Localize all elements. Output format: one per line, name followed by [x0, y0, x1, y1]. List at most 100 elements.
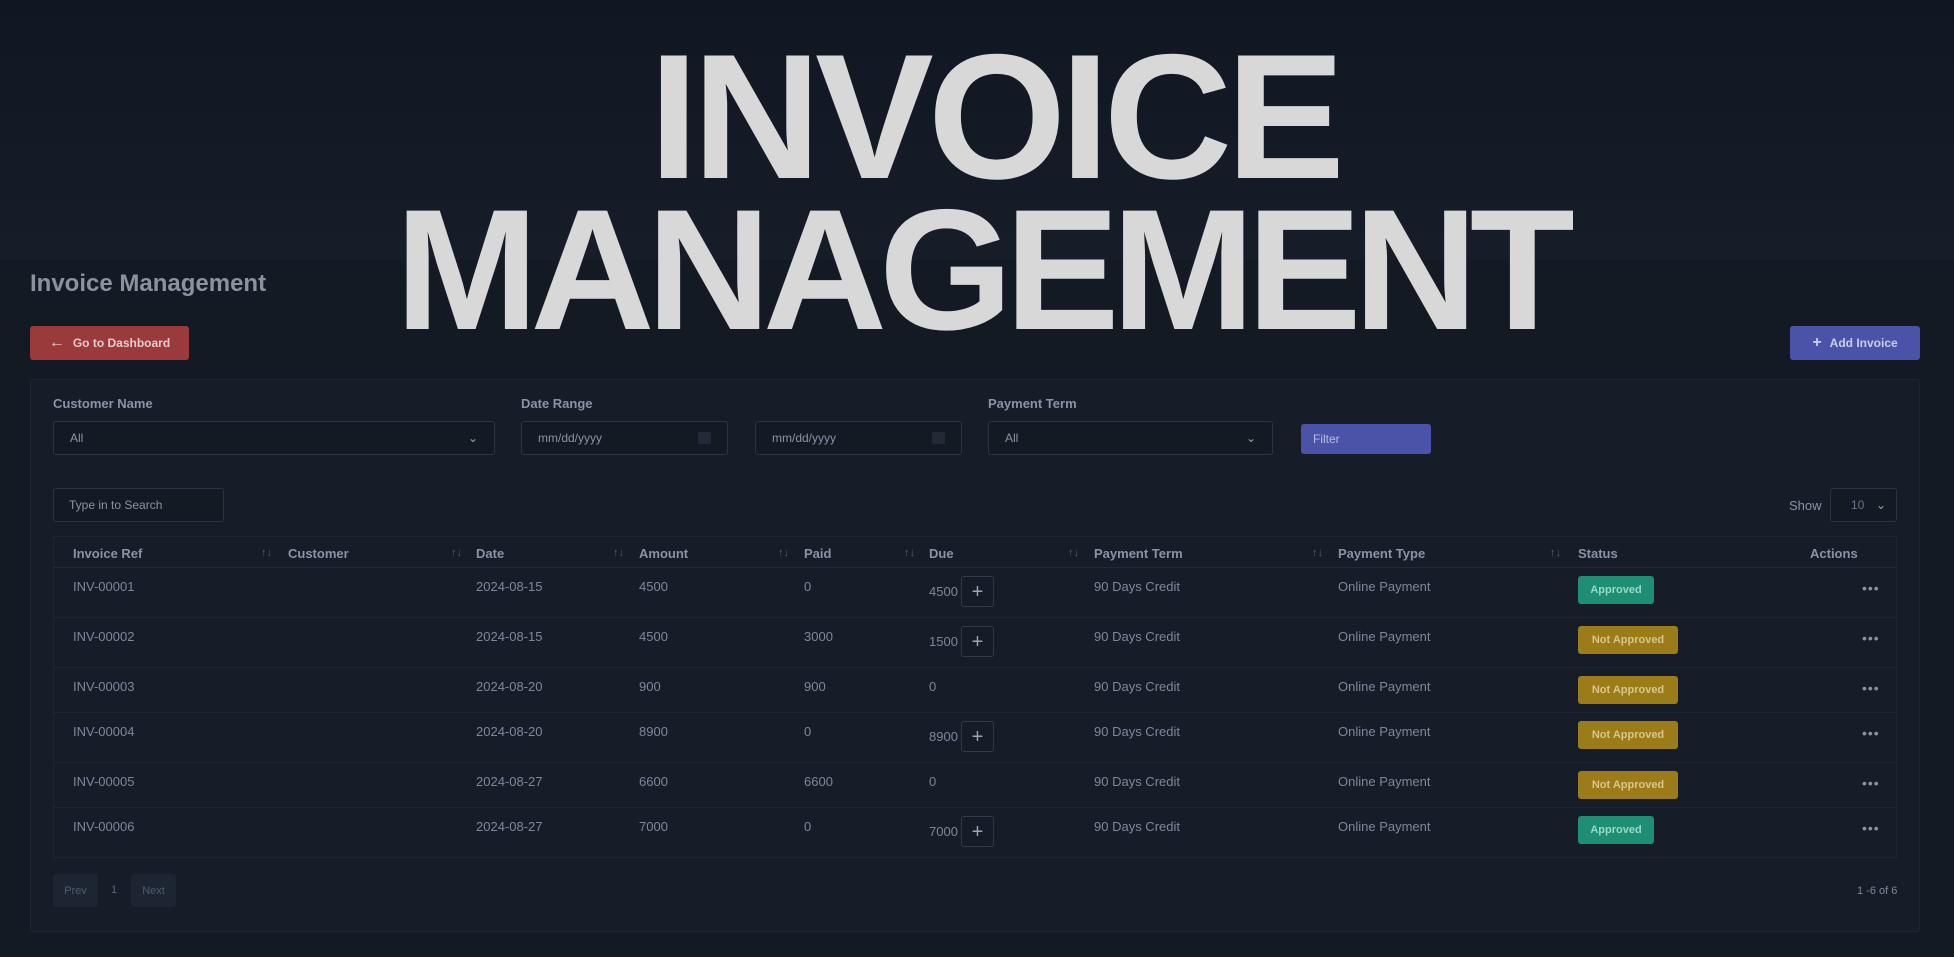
- date-cell: 2024-08-27: [476, 819, 543, 834]
- sort-icon[interactable]: ↑↓: [261, 547, 272, 559]
- add-payment-button[interactable]: +: [960, 626, 994, 657]
- header-payment-term[interactable]: Payment Term: [1094, 546, 1183, 561]
- date-cell: 2024-08-15: [476, 629, 543, 644]
- header-actions: Actions: [1810, 546, 1858, 561]
- date-from-placeholder: mm/dd/yyyy: [538, 431, 603, 445]
- due-cell: 1500 +: [929, 626, 994, 657]
- customer-name-select[interactable]: All ⌄: [53, 421, 495, 455]
- payment-term-cell: 90 Days Credit: [1094, 819, 1180, 834]
- table-body: INV-00001 2024-08-15 4500 0 4500 +90 Days Cre…: [54, 568, 1896, 858]
- header-date[interactable]: Date: [476, 546, 504, 561]
- date-cell: 2024-08-20: [476, 679, 543, 694]
- hero-title-line-2: MANAGEMENT: [395, 174, 1575, 366]
- due-cell: 0: [929, 679, 937, 694]
- date-from-input[interactable]: mm/dd/yyyy: [521, 421, 728, 455]
- paid-cell: 0: [804, 819, 812, 834]
- page-size-value: 10: [1851, 498, 1865, 512]
- table-row: INV-00006 2024-08-27 7000 0 7000 +90 Days Cre…: [54, 808, 1896, 858]
- payment-type-cell: Online Payment: [1338, 579, 1431, 594]
- add-payment-button[interactable]: +: [960, 816, 994, 847]
- filter-button[interactable]: Filter: [1301, 424, 1431, 454]
- chevron-down-icon: ⌄: [1245, 431, 1256, 445]
- payment-term-label: Payment Term: [988, 396, 1077, 411]
- header-invoice-ref[interactable]: Invoice Ref: [73, 546, 142, 561]
- payment-term-cell: 90 Days Credit: [1094, 579, 1180, 594]
- payment-term-value: All: [1005, 431, 1019, 445]
- header-status: Status: [1578, 546, 1618, 561]
- amount-cell: 4500: [639, 579, 668, 594]
- search-input[interactable]: Type in to Search: [53, 488, 224, 522]
- payment-term-select[interactable]: All ⌄: [988, 421, 1273, 455]
- ellipsis-icon[interactable]: •••: [1862, 775, 1880, 791]
- status-badge: Approved: [1578, 576, 1654, 604]
- sort-icon[interactable]: ↑↓: [904, 547, 915, 559]
- paid-cell: 900: [804, 679, 826, 694]
- invoice-ref-cell: INV-00001: [73, 579, 135, 594]
- header-payment-type[interactable]: Payment Type: [1338, 546, 1425, 561]
- status-badge: Not Approved: [1578, 721, 1678, 749]
- calendar-icon[interactable]: [932, 432, 945, 444]
- date-cell: 2024-08-20: [476, 724, 543, 739]
- sort-icon[interactable]: ↑↓: [1312, 547, 1323, 559]
- prev-page-button[interactable]: Prev: [53, 874, 98, 907]
- amount-cell: 7000: [639, 819, 668, 834]
- invoice-ref-cell: INV-00004: [73, 724, 135, 739]
- payment-type-cell: Online Payment: [1338, 724, 1431, 739]
- invoice-ref-cell: INV-00003: [73, 679, 135, 694]
- current-page[interactable]: 1: [111, 884, 117, 896]
- due-cell: 8900 +: [929, 721, 994, 752]
- payment-type-cell: Online Payment: [1338, 679, 1431, 694]
- payment-term-cell: 90 Days Credit: [1094, 679, 1180, 694]
- paid-cell: 0: [804, 579, 812, 594]
- amount-cell: 6600: [639, 774, 668, 789]
- sort-icon[interactable]: ↑↓: [1068, 547, 1079, 559]
- table-header: Invoice Ref ↑↓ Customer ↑↓ Date ↑↓ Amoun…: [54, 537, 1896, 568]
- ellipsis-icon[interactable]: •••: [1862, 725, 1880, 741]
- calendar-icon[interactable]: [698, 432, 711, 444]
- ellipsis-icon[interactable]: •••: [1862, 630, 1880, 646]
- ellipsis-icon[interactable]: •••: [1862, 680, 1880, 696]
- date-cell: 2024-08-27: [476, 774, 543, 789]
- ellipsis-icon[interactable]: •••: [1862, 820, 1880, 836]
- chevron-down-icon: ⌄: [1875, 498, 1886, 512]
- table-row: INV-00003 2024-08-20 900 900 0 90 Days Credit…: [54, 668, 1896, 713]
- add-payment-button[interactable]: +: [960, 576, 994, 607]
- date-cell: 2024-08-15: [476, 579, 543, 594]
- pagination-info: 1 -6 of 6: [1857, 885, 1898, 897]
- due-cell: 0: [929, 774, 937, 789]
- chevron-down-icon: ⌄: [467, 431, 478, 445]
- due-value: 1500: [929, 634, 958, 649]
- paid-cell: 6600: [804, 774, 833, 789]
- amount-cell: 4500: [639, 629, 668, 644]
- table-row: INV-00005 2024-08-27 6600 6600 0 90 Days Cred…: [54, 763, 1896, 808]
- date-range-label: Date Range: [521, 396, 593, 411]
- table-row: INV-00001 2024-08-15 4500 0 4500 +90 Days Cre…: [54, 568, 1896, 618]
- add-payment-button[interactable]: +: [960, 721, 994, 752]
- sort-icon[interactable]: ↑↓: [1550, 547, 1561, 559]
- header-paid[interactable]: Paid: [804, 546, 831, 561]
- header-amount[interactable]: Amount: [639, 546, 688, 561]
- invoice-table: Invoice Ref ↑↓ Customer ↑↓ Date ↑↓ Amoun…: [53, 536, 1897, 858]
- due-value: 8900: [929, 729, 958, 744]
- due-value: 4500: [929, 584, 958, 599]
- next-page-button[interactable]: Next: [131, 874, 176, 907]
- page-size-select[interactable]: 10 ⌄: [1830, 488, 1897, 522]
- status-badge: Not Approved: [1578, 626, 1678, 654]
- invoice-ref-cell: INV-00005: [73, 774, 135, 789]
- customer-name-label: Customer Name: [53, 396, 153, 411]
- due-cell: 7000 +: [929, 816, 994, 847]
- ellipsis-icon[interactable]: •••: [1862, 580, 1880, 596]
- customer-name-value: All: [70, 431, 84, 445]
- sort-icon[interactable]: ↑↓: [778, 547, 789, 559]
- payment-type-cell: Online Payment: [1338, 819, 1431, 834]
- sort-icon[interactable]: ↑↓: [613, 547, 624, 559]
- header-customer[interactable]: Customer: [288, 546, 349, 561]
- date-to-input[interactable]: mm/dd/yyyy: [755, 421, 962, 455]
- header-due[interactable]: Due: [929, 546, 954, 561]
- sort-icon[interactable]: ↑↓: [451, 547, 462, 559]
- show-label: Show: [1789, 498, 1822, 513]
- payment-type-cell: Online Payment: [1338, 774, 1431, 789]
- status-badge: Approved: [1578, 816, 1654, 844]
- due-cell: 4500 +: [929, 576, 994, 607]
- payment-term-cell: 90 Days Credit: [1094, 774, 1180, 789]
